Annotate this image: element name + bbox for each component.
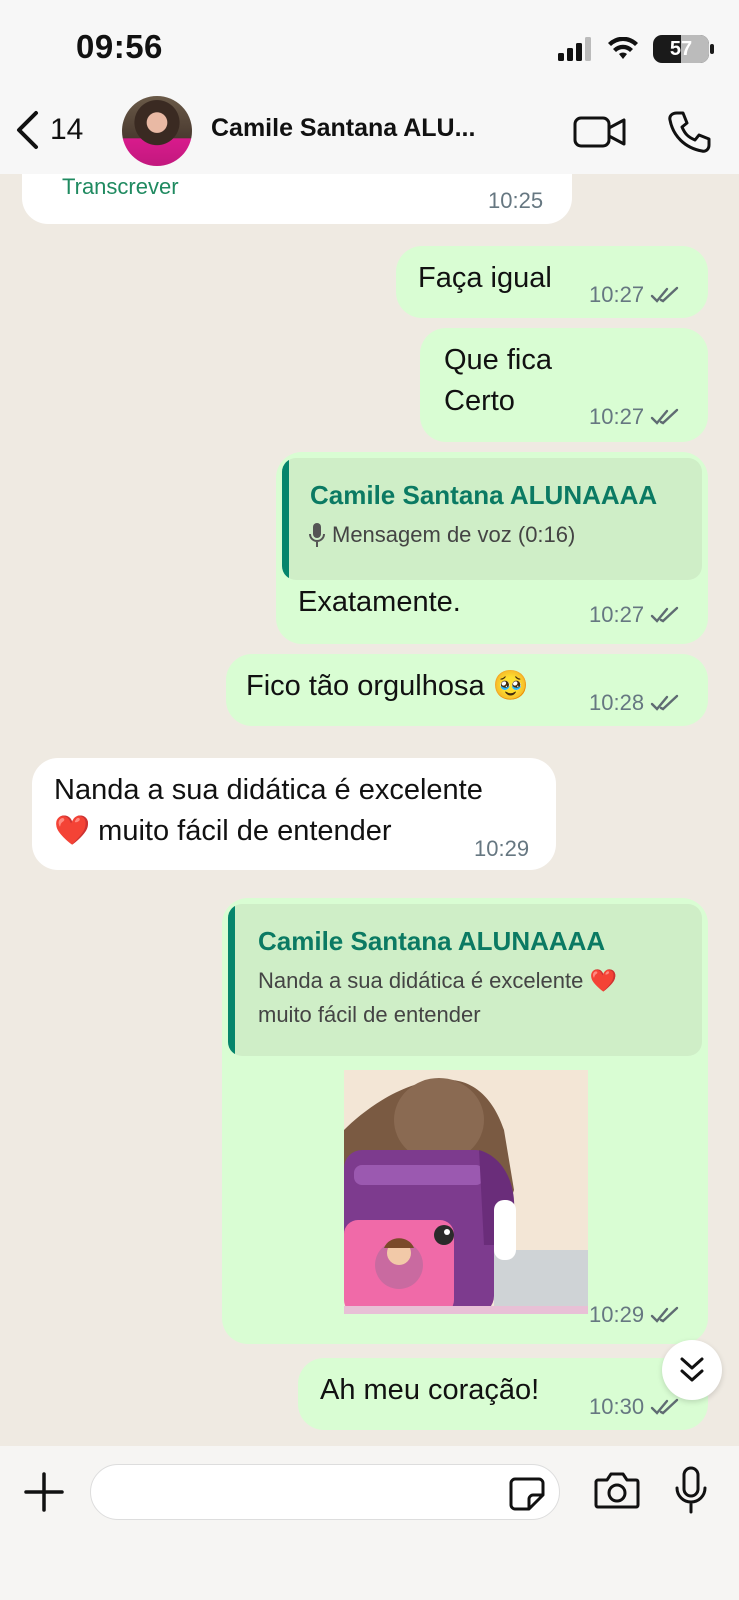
message-incoming-voice[interactable]: Transcrever 10:25 <box>22 174 572 224</box>
message-text: Nanda a sua didática é excelente <box>54 774 483 806</box>
signal-icon <box>558 37 591 61</box>
quote-bar <box>282 458 289 580</box>
message-outgoing-reply[interactable]: Camile Santana ALUNAAAA Mensagem de voz … <box>276 452 708 644</box>
chat-area[interactable]: Transcrever 10:25 Faça igual 10:27 Que f… <box>0 174 739 1446</box>
status-icons: 57 <box>557 34 714 64</box>
quote-author: Camile Santana ALUNAAAA <box>310 480 658 510</box>
message-input[interactable] <box>90 1464 560 1520</box>
mic-icon[interactable] <box>674 1466 708 1514</box>
message-meta: 10:29 <box>589 1302 680 1328</box>
message-meta: 10:28 <box>589 690 680 716</box>
message-outgoing[interactable]: Ah meu coração! 10:30 <box>298 1358 708 1430</box>
message-text: Certo <box>444 385 515 417</box>
message-meta: 10:27 <box>589 282 680 308</box>
message-text: Faça igual <box>418 262 552 294</box>
message-meta: 10:27 <box>589 602 680 628</box>
quote-author: Camile Santana ALUNAAAA <box>258 926 606 956</box>
quote-preview: Nanda a sua didática é excelente ❤️ muit… <box>258 968 617 1027</box>
composer-bar <box>0 1446 739 1600</box>
quote-preview: Mensagem de voz (0:16) <box>308 518 575 552</box>
scroll-down-button[interactable] <box>662 1340 722 1400</box>
battery-level: 57 <box>669 37 693 60</box>
message-text: Exatamente. <box>298 586 461 618</box>
message-text: Que fica <box>444 344 552 376</box>
message-text: Ah meu coração! <box>320 1374 540 1406</box>
unread-count: 14 <box>50 113 84 146</box>
quoted-message[interactable]: Camile Santana ALUNAAAA Mensagem de voz … <box>282 458 702 580</box>
double-check-icon <box>650 408 679 425</box>
message-outgoing[interactable]: Que fica Certo 10:27 <box>420 328 708 442</box>
mic-icon <box>309 523 325 547</box>
wifi-icon <box>608 37 638 59</box>
transcribe-link[interactable]: Transcrever <box>62 174 179 200</box>
chat-header: 14 Camile Santana ALU... <box>0 96 739 174</box>
status-time: 09:56 <box>76 28 163 65</box>
double-check-icon <box>650 694 679 711</box>
sticker-icon[interactable] <box>509 1477 545 1511</box>
message-outgoing[interactable]: Faça igual 10:27 <box>396 246 708 318</box>
message-meta: 10:27 <box>589 404 680 430</box>
back-button[interactable]: 14 <box>14 110 83 150</box>
camera-icon[interactable] <box>594 1470 640 1510</box>
back-chevron-icon <box>17 111 38 149</box>
battery-icon: 57 <box>653 35 714 63</box>
scroll-down-icon <box>680 1357 704 1382</box>
quote-bar <box>228 904 235 1056</box>
double-check-icon <box>650 1306 679 1323</box>
message-time: 10:25 <box>488 188 544 213</box>
avatar[interactable] <box>122 96 192 166</box>
message-text: ❤️ muito fácil de entender <box>54 815 392 847</box>
double-check-icon <box>650 286 679 303</box>
quoted-message[interactable]: Camile Santana ALUNAAAA Nanda a sua didá… <box>228 904 702 1056</box>
message-incoming[interactable]: Nanda a sua didática é excelente ❤️ muit… <box>32 758 556 870</box>
double-check-icon <box>650 606 679 623</box>
message-text: Fico tão orgulhosa 🥹 <box>246 670 529 702</box>
message-time: 10:29 <box>474 836 530 861</box>
status-bar: 09:56 57 <box>0 0 739 96</box>
phone-icon[interactable] <box>667 110 711 154</box>
video-call-icon[interactable] <box>573 112 627 152</box>
double-check-icon <box>650 1398 679 1415</box>
message-outgoing[interactable]: Fico tão orgulhosa 🥹 10:28 <box>226 654 708 726</box>
plus-icon[interactable] <box>24 1468 64 1516</box>
sticker-image[interactable] <box>344 1070 588 1314</box>
contact-name[interactable]: Camile Santana ALU... <box>211 114 475 143</box>
message-meta: 10:30 <box>589 1394 680 1420</box>
